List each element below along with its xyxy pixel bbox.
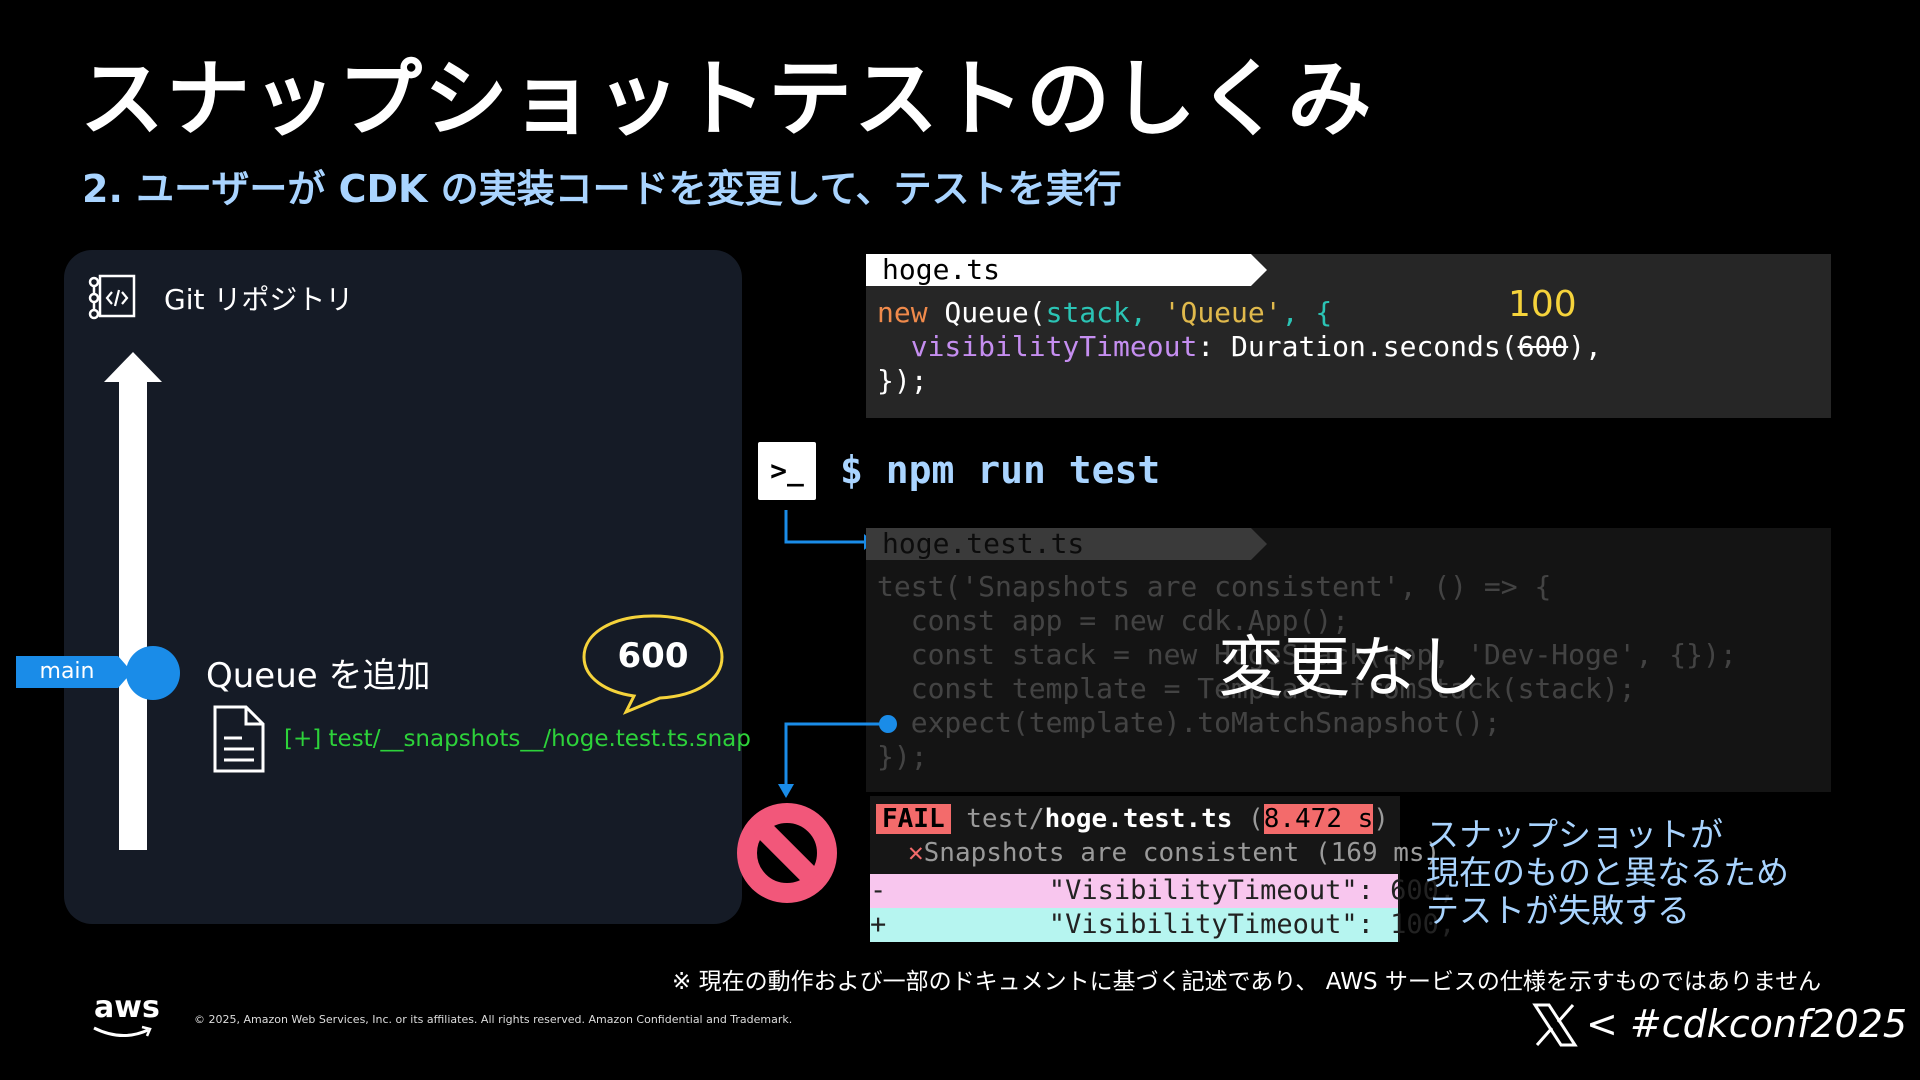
commit-label: Queue を追加 xyxy=(206,656,431,696)
fail-x-icon: ✕ xyxy=(908,838,924,868)
hoge-ts-code: new Queue(stack, 'Queue', { visibilityTi… xyxy=(877,296,1602,397)
tab-hoge-ts: hoge.ts xyxy=(866,254,1267,286)
git-repo-label: Git リポジトリ xyxy=(164,283,354,316)
new-timeout-value: 100 xyxy=(1508,284,1577,325)
code-keyword-new: new xyxy=(877,296,928,329)
aws-logo: aws xyxy=(94,990,160,1025)
npm-test-command: $ npm run test xyxy=(840,448,1161,492)
duration-badge: 8.472 s xyxy=(1263,804,1374,834)
tab-hoge-test-ts: hoge.test.ts xyxy=(866,528,1267,560)
hashtag: < #cdkconf2025 xyxy=(1586,1002,1908,1046)
fail-case-line: ✕Snapshots are consistent (169 ms) xyxy=(908,838,1441,868)
diff-line-added: + "VisibilityTimeout": 100, xyxy=(870,908,1456,942)
aws-smile-icon xyxy=(93,1025,152,1037)
fail-arrow xyxy=(778,715,897,798)
terminal-icon: >_ xyxy=(758,442,816,500)
diff-line-removed: - "VisibilityTimeout": 600, xyxy=(870,874,1456,908)
prohibited-icon xyxy=(737,803,837,903)
old-timeout-value: 600 xyxy=(1517,330,1569,363)
fail-badge: FAIL xyxy=(876,804,951,834)
page-subtitle: 2. ユーザーが CDK の実装コードを変更して、テストを実行 xyxy=(82,167,1122,211)
timeline-arrow xyxy=(104,352,162,850)
run-arrow xyxy=(784,510,874,550)
x-logo-icon xyxy=(1532,1003,1578,1047)
no-change-label: 変更なし xyxy=(1218,629,1482,706)
failure-explanation: スナップショットが 現在のものと異なるため テストが失敗する xyxy=(1426,815,1789,930)
snapshot-file-path: [+] test/__snapshots__/hoge.test.ts.snap xyxy=(284,726,751,752)
copyright-text: © 2025, Amazon Web Services, Inc. or its… xyxy=(194,1013,793,1026)
git-repo-icon xyxy=(88,274,136,320)
disclaimer-footnote: ※ 現在の動作および一部のドキュメントに基づく記述であり、 AWS サービスの仕… xyxy=(672,969,1822,995)
snapshot-value-bubble: 600 xyxy=(617,636,689,676)
page-title: スナップショットテストのしくみ xyxy=(80,50,1374,148)
branch-tag-main: main xyxy=(16,656,132,688)
fail-summary-line: FAIL test/hoge.test.ts (8.472 s) xyxy=(876,802,1389,836)
file-icon xyxy=(213,705,265,773)
commit-node xyxy=(126,646,180,700)
